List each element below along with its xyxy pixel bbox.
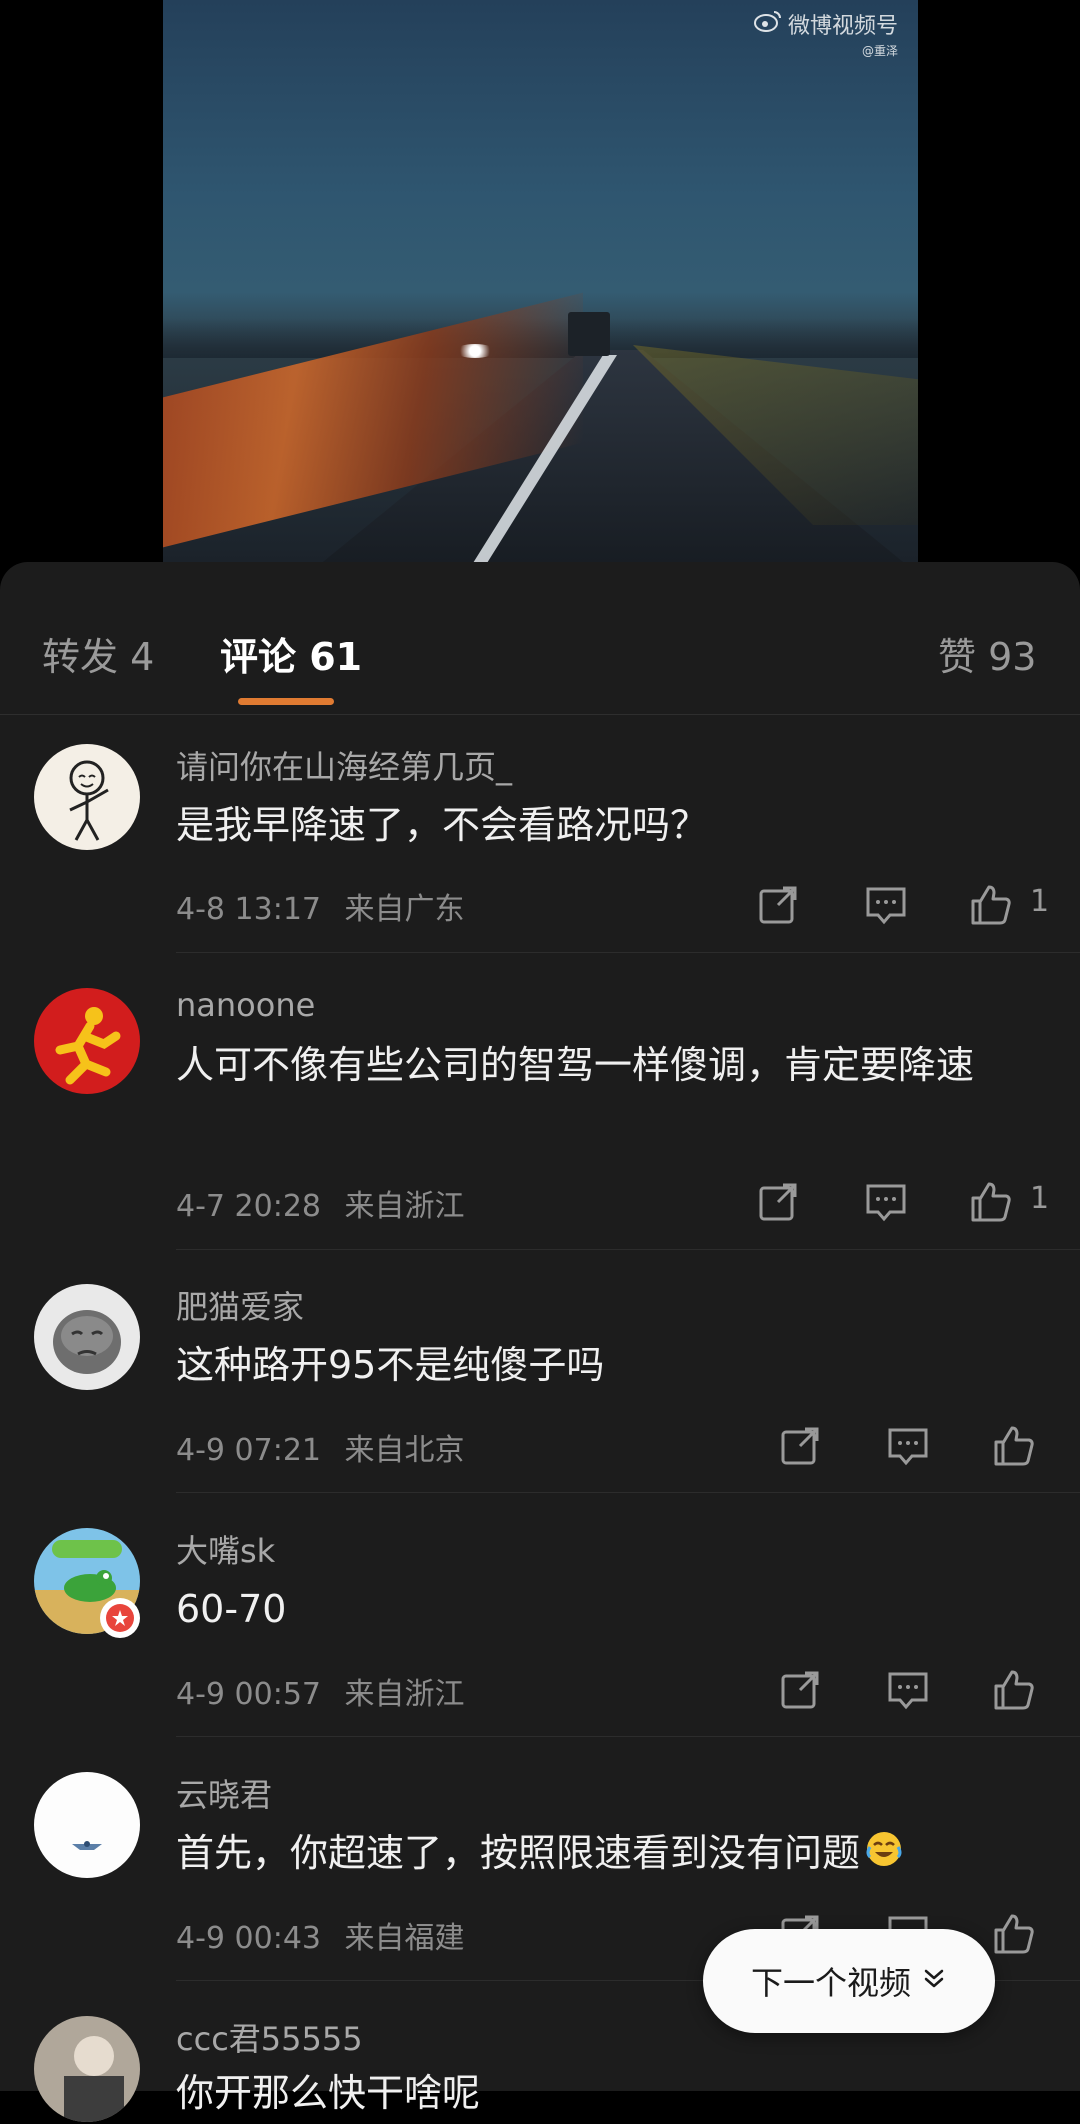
comment-meta: 4-9 07:21 来自北京 (176, 1425, 465, 1469)
comment-location: 来自北京 (344, 1433, 465, 1468)
like-icon[interactable] (969, 883, 1013, 927)
comment-author[interactable]: 肥猫爱家 (176, 1282, 304, 1328)
video-headlights (455, 344, 495, 358)
verified-badge-icon (100, 1598, 140, 1638)
video-truck (568, 312, 610, 356)
avatar[interactable] (34, 744, 140, 850)
comment-location: 来自浙江 (344, 1189, 465, 1224)
tab-divider (0, 714, 1080, 715)
next-video-button[interactable]: 下一个视频 (703, 1929, 995, 2033)
comment-author[interactable]: ccc君55555 (176, 2014, 363, 2060)
like-icon[interactable] (992, 1424, 1036, 1468)
comment-time: 4-9 00:57 (176, 1677, 321, 1712)
reply-icon[interactable] (864, 883, 908, 927)
like-icon[interactable] (992, 1668, 1036, 1712)
comment-location: 来自浙江 (344, 1677, 465, 1712)
reply-icon[interactable] (864, 1180, 908, 1224)
share-icon[interactable] (778, 1668, 822, 1712)
weibo-logo-icon (753, 10, 782, 38)
comment-text: 这种路开95不是纯傻子吗 (176, 1343, 605, 1387)
like-icon[interactable] (992, 1912, 1036, 1956)
comment-meta: 4-9 00:43 来自福建 (176, 1913, 465, 1957)
comment-text: 人可不像有些公司的智驾一样傻调，肯定要降速 (176, 1043, 975, 1087)
comment-author[interactable]: 请问你在山海经第几页_ (176, 742, 512, 788)
watermark-sub: @重泽 (861, 44, 898, 58)
comment-text: 首先，你超速了，按照限速看到没有问题 (176, 1822, 1036, 1887)
comment-time: 4-9 07:21 (176, 1433, 321, 1468)
comment-meta: 4-9 00:57 来自浙江 (176, 1669, 465, 1713)
tab-indicator (238, 698, 334, 705)
next-video-label: 下一个视频 (750, 1964, 911, 2002)
tab-repost[interactable]: 转发 4 (42, 626, 154, 681)
share-icon[interactable] (756, 1180, 800, 1224)
tab-comments[interactable]: 评论 61 (220, 626, 362, 681)
comment-author[interactable]: 大嘴sk (176, 1526, 275, 1572)
comment-text: 是我早降速了，不会看路况吗？ (176, 803, 709, 847)
laugh-cry-emoji-icon (864, 1825, 904, 1887)
comment-meta: 4-7 20:28 来自浙江 (176, 1181, 465, 1225)
like-icon[interactable] (969, 1180, 1013, 1224)
comment-author[interactable]: 云晓君 (176, 1770, 272, 1816)
double-chevron-down-icon (921, 1962, 947, 2000)
tab-bar: 转发 4 评论 61 赞 93 (0, 562, 1080, 714)
comment-location: 来自广东 (344, 892, 465, 927)
comment-time: 4-7 20:28 (176, 1189, 321, 1224)
reply-icon[interactable] (886, 1424, 930, 1468)
tab-likes[interactable]: 赞 93 (938, 626, 1036, 681)
like-count: 1 (1030, 884, 1050, 919)
reply-icon[interactable] (886, 1668, 930, 1712)
comment-text-content: 首先，你超速了，按照限速看到没有问题 (176, 1831, 861, 1875)
comment-text: 60-70 (176, 1587, 287, 1631)
video-player[interactable]: 微博视频号 @重泽 (163, 0, 918, 562)
watermark-brand: 微博视频号 (787, 14, 898, 39)
avatar[interactable] (34, 1284, 140, 1390)
avatar[interactable] (34, 2016, 140, 2122)
comment-separator (176, 952, 1080, 953)
comment-time: 4-8 13:17 (176, 892, 321, 927)
comment-separator (176, 1736, 1080, 1737)
share-icon[interactable] (778, 1424, 822, 1468)
comment-author[interactable]: nanoone (176, 986, 315, 1024)
share-icon[interactable] (756, 883, 800, 927)
comment-time: 4-9 00:43 (176, 1921, 321, 1956)
comment-separator (176, 1249, 1080, 1250)
avatar[interactable] (34, 1772, 140, 1878)
avatar[interactable] (34, 988, 140, 1094)
comment-meta: 4-8 13:17 来自广东 (176, 884, 465, 928)
comment-text: 你开那么快干啥呢 (176, 2071, 481, 2115)
video-watermark: 微博视频号 @重泽 (753, 8, 898, 59)
comment-separator (176, 1492, 1080, 1493)
comment-location: 来自福建 (344, 1921, 465, 1956)
like-count: 1 (1030, 1181, 1050, 1216)
